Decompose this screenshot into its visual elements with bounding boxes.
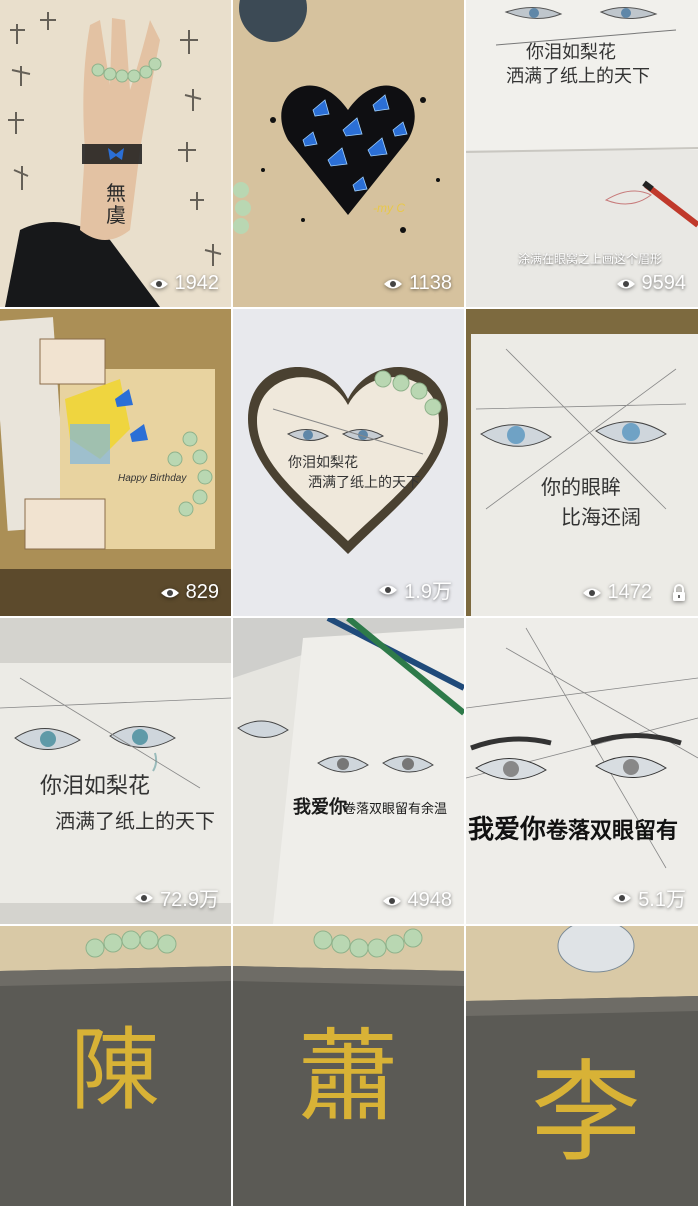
view-count-label: 829 <box>185 581 219 603</box>
stone-character: 李 <box>531 1049 641 1177</box>
view-count: 1942 <box>149 272 220 295</box>
video-subtitle: 涂满在眼窝之上画这个眉形 <box>518 252 663 266</box>
eye-icon <box>616 279 635 288</box>
drawing-text-line-2: 洒满了纸上的天下 <box>506 66 650 87</box>
thumbnail-heart-eyes: 你泪如梨花 洒满了纸上的天下 <box>233 309 464 616</box>
thumbnail-pencil-sketches: 我爱你 卷落双眼留有余温 <box>233 618 464 924</box>
eye-icon <box>382 896 401 905</box>
view-count-label: 4948 <box>407 889 453 911</box>
eye-icon <box>135 893 154 902</box>
stone-character: 蕭 <box>298 1018 398 1135</box>
card-text: Happy Birthday <box>118 473 187 484</box>
view-count-label: 9594 <box>641 272 687 294</box>
drawing-text-line-2: 洒满了纸上的天下 <box>308 475 420 491</box>
view-count: 5.1万 <box>612 883 686 912</box>
stone-character: 陳 <box>70 1018 160 1123</box>
eye-icon <box>613 893 632 902</box>
drawing-text-line-2: 洒满了纸上的天下 <box>55 809 215 833</box>
drawing-text-line-1: 我爱你 <box>293 796 347 818</box>
video-tile-8[interactable]: 我爱你 卷落双眼留有余温 4948 <box>233 618 464 924</box>
drawing-text-line-1: 你泪如梨花 <box>526 42 616 63</box>
drawing-text-line-2: 比海还阔 <box>561 505 641 529</box>
lock-icon <box>673 583 685 601</box>
view-count: 1.9万 <box>378 575 452 604</box>
thumbnail-butterfly-heart: -my C <box>233 0 464 307</box>
video-tile-10[interactable]: 陳 <box>0 926 231 1206</box>
video-tile-5[interactable]: 你泪如梨花 洒满了纸上的天下 1.9万 <box>233 309 464 616</box>
view-count: 1472 <box>582 581 687 604</box>
video-tile-1[interactable]: 無虞 1942 <box>0 0 231 307</box>
eye-icon <box>149 279 168 288</box>
video-tile-2[interactable]: -my C 1138 <box>233 0 464 307</box>
thumbnail-calligraphy-eyes: 我爱你 卷落双眼留有 <box>466 618 698 924</box>
tattoo-text: 無虞 <box>106 181 126 227</box>
video-tile-7[interactable]: 你泪如梨花 洒满了纸上的天下 72.9万 <box>0 618 231 924</box>
thumbnail-stone-character-3: 李 <box>466 926 698 1206</box>
video-grid: 無虞 1942 -my C 1138 你泪如梨花 洒满了纸上的天下 涂满在眼窝之… <box>0 0 698 1206</box>
view-count-label: 1472 <box>607 581 653 603</box>
view-count: 829 <box>160 581 219 604</box>
video-tile-9[interactable]: 我爱你 卷落双眼留有 5.1万 <box>466 618 698 924</box>
drawing-text-line-1: 你泪如梨花 <box>288 455 358 471</box>
thumbnail-wrist-tattoo: 無虞 <box>0 0 231 307</box>
eye-icon <box>160 588 179 597</box>
view-count-label: 5.1万 <box>638 889 686 911</box>
video-tile-4[interactable]: Happy Birthday 829 <box>0 309 231 616</box>
view-count-label: 1942 <box>174 272 220 294</box>
thumbnail-stone-character-2: 蕭 <box>233 926 464 1206</box>
signature-text: -my C <box>373 201 405 215</box>
video-tile-3[interactable]: 你泪如梨花 洒满了纸上的天下 涂满在眼窝之上画这个眉形 9594 <box>466 0 698 307</box>
drawing-text-line-2: 卷落双眼留有余温 <box>343 801 447 817</box>
thumbnail-stone-character-1: 陳 <box>0 926 231 1206</box>
view-count-label: 1138 <box>408 272 452 294</box>
drawing-text-line-2: 卷落双眼留有 <box>545 818 678 844</box>
eye-icon <box>379 585 398 594</box>
drawing-text-line-1: 我爱你 <box>468 815 546 845</box>
video-tile-12[interactable]: 李 <box>466 926 698 1206</box>
view-count: 72.9万 <box>134 883 219 912</box>
view-count: 4948 <box>382 889 453 912</box>
eye-icon <box>582 588 601 597</box>
video-tile-11[interactable]: 蕭 <box>233 926 464 1206</box>
drawing-text-line-1: 你的眼眸 <box>541 475 621 499</box>
view-count: 9594 <box>616 272 687 295</box>
eye-icon <box>383 279 402 288</box>
thumbnail-popup-card: Happy Birthday <box>0 309 231 616</box>
view-count: 1138 <box>383 272 452 295</box>
video-tile-6[interactable]: 你的眼眸 比海还阔 1472 <box>466 309 698 616</box>
drawing-text-line-1: 你泪如梨花 <box>40 774 150 799</box>
view-count-label: 72.9万 <box>160 889 219 911</box>
view-count-label: 1.9万 <box>404 581 452 603</box>
thumbnail-tears-sketch: 你泪如梨花 洒满了纸上的天下 <box>0 618 231 924</box>
thumbnail-eyes-sketch-locked: 你的眼眸 比海还阔 <box>466 309 698 616</box>
